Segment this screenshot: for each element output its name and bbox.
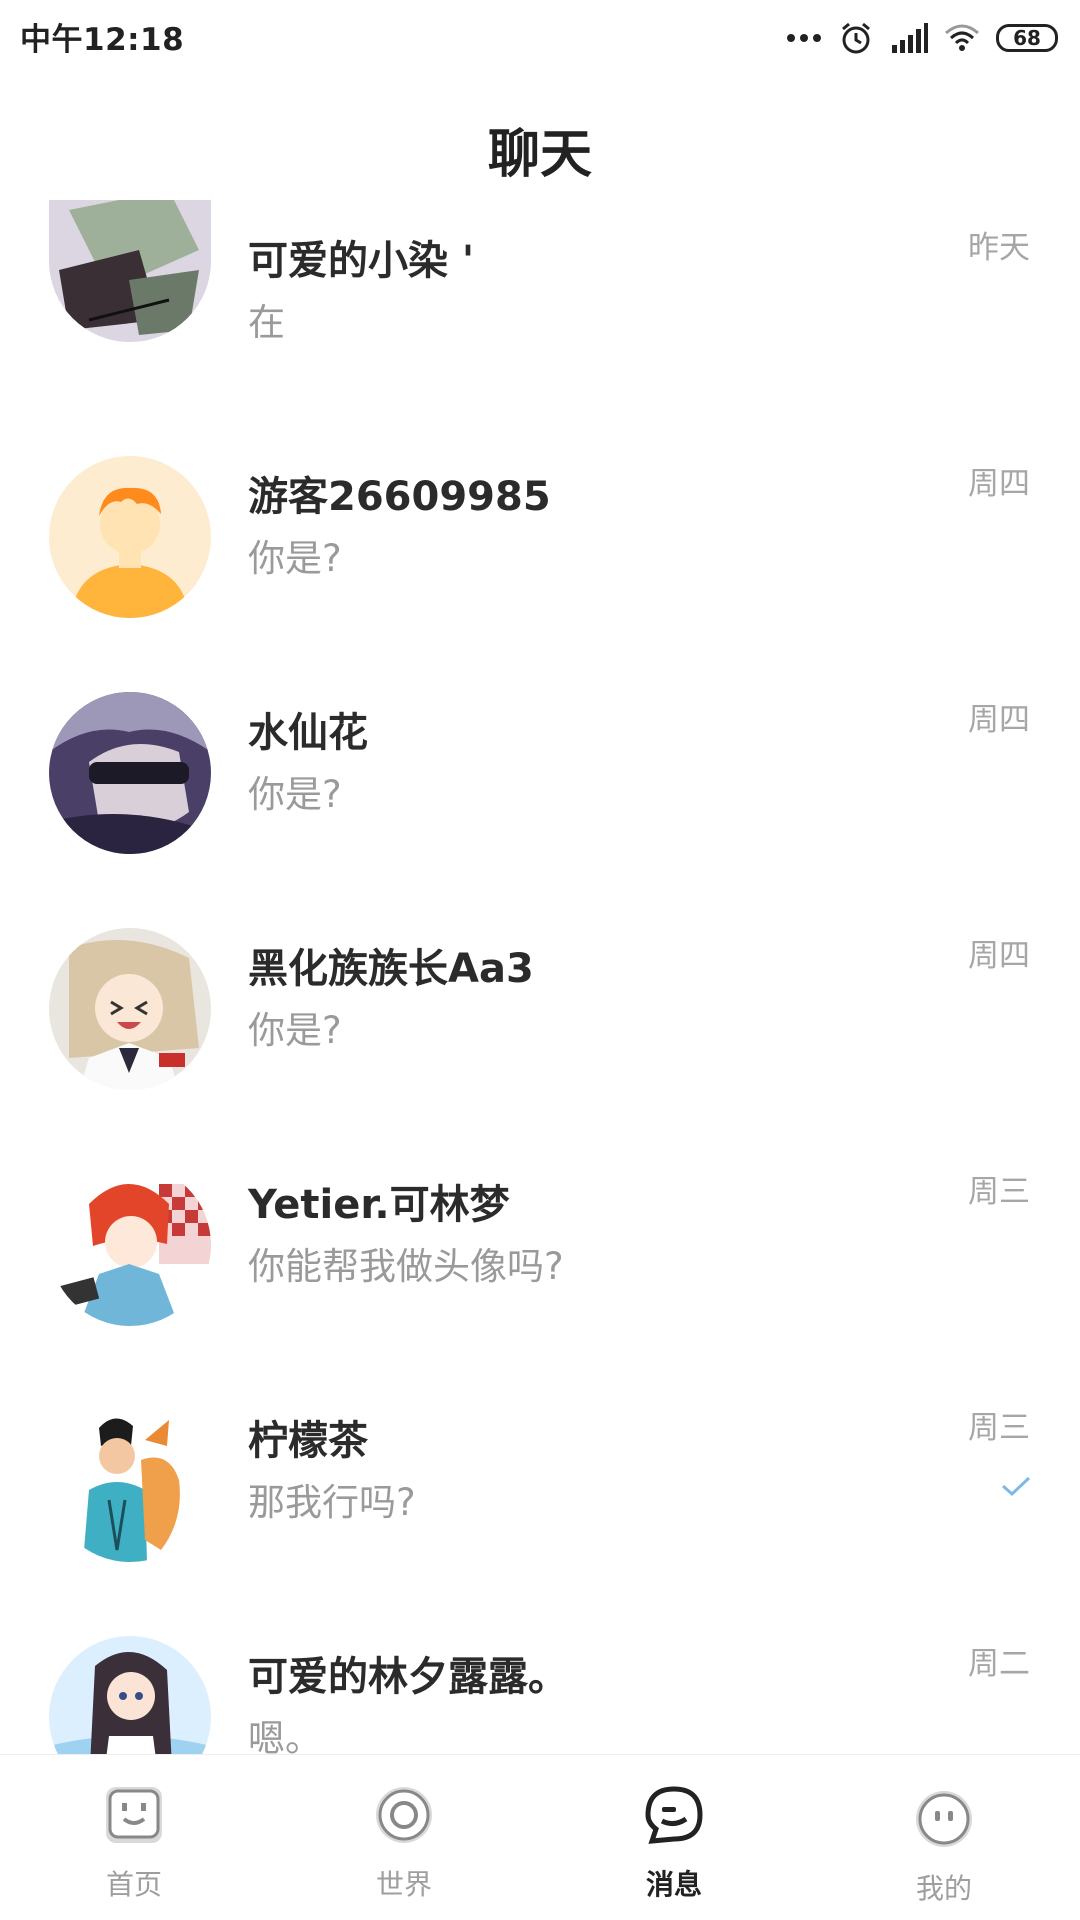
signal-icon [890, 23, 928, 53]
chat-list-item[interactable]: 可爱的小染 ' 在 昨天 [0, 200, 1080, 436]
nav-label: 我的 [915, 1872, 972, 1905]
chat-name: 可爱的小染 ' [248, 238, 475, 284]
status-bar: 中午12:18 68 [0, 0, 1080, 74]
chat-name: 水仙花 [248, 710, 368, 756]
world-icon [372, 1783, 436, 1847]
chat-time: 周四 [968, 466, 1030, 502]
chat-list-item[interactable]: 柠檬茶 那我行吗? 周三 [0, 1380, 1080, 1616]
avatar [49, 692, 211, 854]
chat-list-item[interactable]: 可爱的林夕露露。 嗯。 周二 [0, 1616, 1080, 1754]
nav-label: 首页 [105, 1868, 162, 1901]
chat-preview: 那我行吗? [248, 1481, 416, 1524]
status-icons: 68 [786, 18, 1058, 58]
chat-preview: 在 [248, 301, 285, 344]
page-title: 聊天 [487, 125, 592, 185]
chat-time: 周三 [968, 1410, 1030, 1446]
chat-preview: 你是? [248, 773, 342, 816]
avatar [49, 456, 211, 618]
alarm-icon [838, 20, 874, 56]
avatar [49, 1164, 211, 1326]
battery-level: 68 [1013, 26, 1041, 50]
avatar [49, 1400, 211, 1562]
battery-indicator: 68 [996, 24, 1058, 52]
avatar [49, 928, 211, 1090]
chat-preview: 你能帮我做头像吗? [248, 1245, 564, 1288]
message-icon [642, 1783, 706, 1847]
chat-preview: 嗯。 [248, 1717, 322, 1754]
avatar [49, 1636, 211, 1754]
chat-time: 周四 [968, 702, 1030, 738]
nav-item-world[interactable]: 世界 [304, 1755, 504, 1920]
chat-name: 柠檬茶 [248, 1418, 368, 1464]
status-time: 中午12:18 [20, 22, 185, 58]
chat-name: 可爱的林夕露露。 [248, 1654, 568, 1700]
chat-time: 昨天 [968, 230, 1030, 266]
chat-time: 周四 [968, 938, 1030, 974]
chat-list[interactable]: 可爱的小染 ' 在 昨天 游客26609985 你是? 周四 水仙花 你是? 周… [0, 200, 1080, 1754]
nav-label: 世界 [375, 1868, 432, 1901]
chat-list-item[interactable]: Yetier.可林梦 你能帮我做头像吗? 周三 [0, 1144, 1080, 1380]
bottom-nav: 首页 世界 消息 我的 [0, 1754, 1080, 1920]
nav-item-profile[interactable]: 我的 [844, 1755, 1044, 1920]
wifi-icon [944, 23, 980, 53]
more-dots-icon [786, 32, 822, 44]
chat-preview: 你是? [248, 537, 342, 580]
chat-list-item[interactable]: 黑化族族长Aa3 你是? 周四 [0, 908, 1080, 1144]
profile-icon [912, 1787, 976, 1851]
nav-item-home[interactable]: 首页 [34, 1755, 234, 1920]
read-check-icon [1002, 1476, 1031, 1497]
chat-time: 周二 [968, 1646, 1030, 1682]
chat-name: Yetier.可林梦 [248, 1182, 510, 1228]
chat-list-item[interactable]: 游客26609985 你是? 周四 [0, 436, 1080, 672]
nav-label: 消息 [645, 1868, 702, 1901]
nav-item-messages[interactable]: 消息 [574, 1755, 774, 1920]
chat-preview: 你是? [248, 1009, 342, 1052]
chat-time: 周三 [968, 1174, 1030, 1210]
chat-name: 游客26609985 [248, 474, 551, 520]
home-icon [102, 1783, 166, 1847]
avatar [49, 200, 211, 342]
chat-list-item[interactable]: 水仙花 你是? 周四 [0, 672, 1080, 908]
chat-name: 黑化族族长Aa3 [248, 946, 534, 992]
